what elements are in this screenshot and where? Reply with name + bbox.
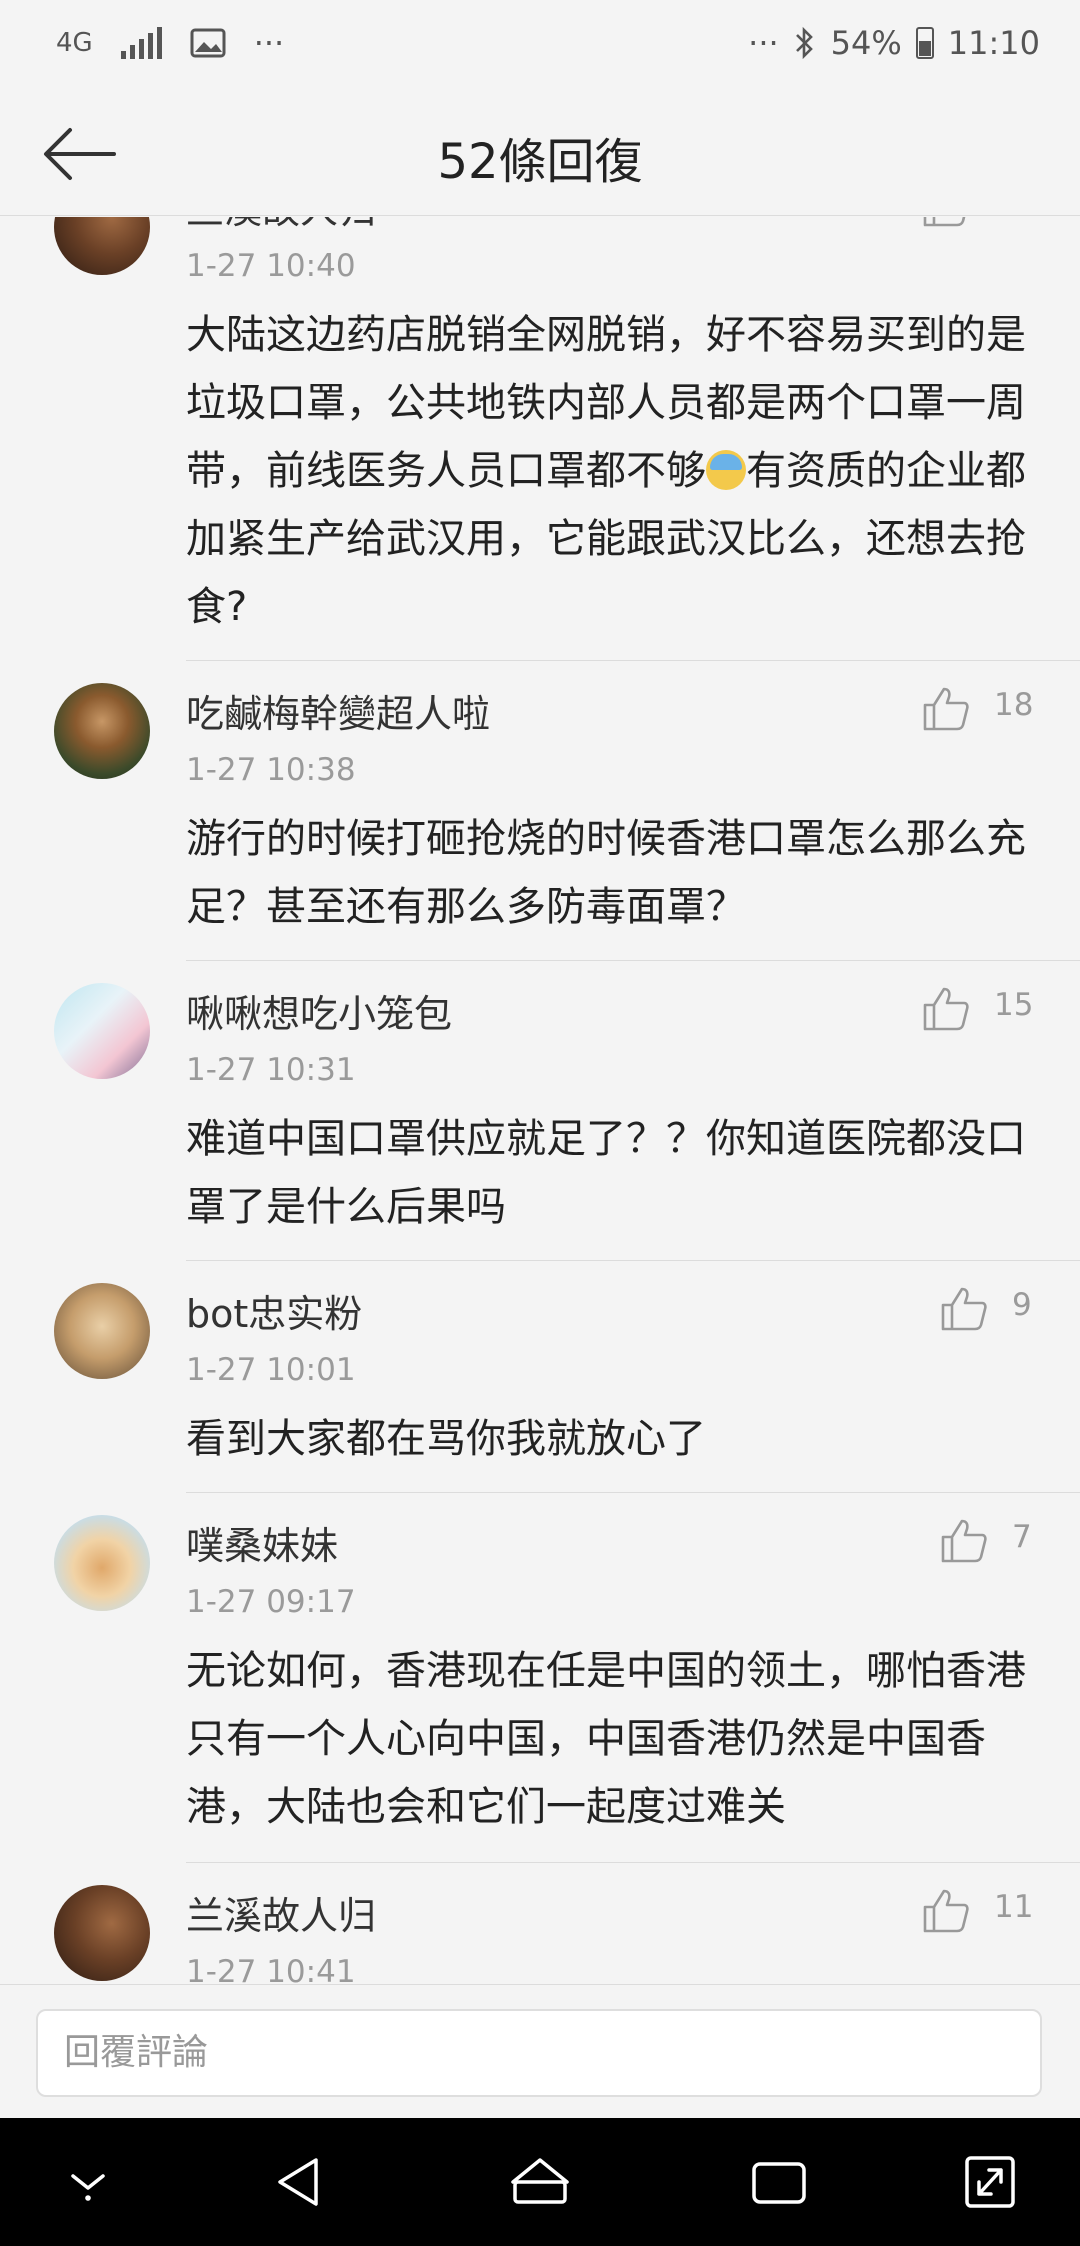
more-notifications-icon: ··· [253, 24, 285, 62]
page-title: 52條回復 [437, 134, 643, 190]
comment-time: 1-27 10:40 [186, 248, 356, 284]
comment-time: 1-27 10:31 [186, 1052, 356, 1088]
signal-icon [120, 27, 162, 59]
avatar[interactable] [54, 1283, 150, 1379]
back-nav-icon[interactable] [266, 2152, 336, 2212]
like-count: 7 [1012, 1519, 1032, 1555]
status-right: ··· 54% 11:10 [748, 24, 1040, 62]
like-icon[interactable] [922, 685, 970, 731]
comment-author[interactable]: 兰溪故人归 [186, 1885, 376, 1940]
comment-item: bot忠实粉 9 1-27 10:01 看到大家都在骂你我就放心了 [0, 1261, 1080, 1493]
system-nav-bar [0, 2118, 1080, 2246]
comment-author[interactable]: bot忠实粉 [186, 1283, 362, 1338]
like-icon[interactable] [922, 1887, 970, 1933]
status-bar: 4G ··· ··· 54% 11:10 [0, 0, 1080, 92]
clock-time: 11:10 [947, 24, 1040, 62]
comment-item: 兰溪故人归 11 1-27 10:41 [0, 1863, 1080, 1984]
comment-item: 噗桑妹妹 7 1-27 09:17 无论如何，香港现在任是中国的领土，哪怕香港只… [0, 1493, 1080, 1863]
avatar[interactable] [54, 217, 150, 275]
comment-item: 啾啾想吃小笼包 15 1-27 10:31 难道中国口罩供应就足了？？你知道医院… [0, 961, 1080, 1261]
comment-text: 看到大家都在骂你我就放心了 [186, 1416, 706, 1462]
recent-apps-icon[interactable] [744, 2152, 814, 2212]
reply-bar: 回覆評論 [0, 1984, 1080, 2118]
bluetooth-icon [795, 26, 813, 60]
battery-percent: 54% [830, 24, 902, 62]
like-count: 18 [994, 687, 1034, 723]
like-count: 9 [1012, 1287, 1032, 1323]
avatar[interactable] [54, 683, 150, 779]
like-icon[interactable] [922, 985, 970, 1031]
like-icon[interactable] [940, 1517, 988, 1563]
status-left: 4G ··· [56, 24, 284, 62]
comment-text: 无论如何，香港现在任是中国的领土，哪怕香港只有一个人心向中国，中国香港仍然是中国… [186, 1648, 1026, 1830]
comment-item: 兰溪故人归 14 1-27 10:40 大陆这边药店脱销全网脱销，好不容易买到的… [0, 217, 1080, 661]
reply-input[interactable]: 回覆評論 [36, 2009, 1042, 2097]
comment-list[interactable]: 兰溪故人归 14 1-27 10:40 大陆这边药店脱销全网脱销，好不容易买到的… [0, 217, 1080, 1984]
like-icon[interactable] [940, 1285, 988, 1331]
comment-author[interactable]: 吃鹹梅幹變超人啦 [186, 683, 490, 738]
comment-time: 1-27 10:41 [186, 1954, 356, 1984]
comment-author[interactable]: 噗桑妹妹 [186, 1515, 338, 1570]
like-icon[interactable] [922, 217, 970, 227]
home-nav-icon[interactable] [505, 2152, 575, 2212]
avatar[interactable] [54, 1515, 150, 1611]
battery-icon [915, 27, 934, 59]
screen-rotate-icon[interactable] [955, 2152, 1025, 2212]
like-count: 15 [994, 987, 1034, 1023]
hide-keyboard-icon[interactable] [53, 2152, 123, 2212]
like-count: 14 [994, 217, 1033, 219]
avatar[interactable] [54, 983, 150, 1079]
comment-text: 大陆这边药店脱销全网脱销，好不容易买到的是垃圾口罩，公共地铁内部人员都是两个口罩… [186, 301, 1036, 641]
comment-text: 难道中国口罩供应就足了？？你知道医院都没口罩了是什么后果吗 [186, 1116, 1026, 1230]
comment-time: 1-27 09:17 [186, 1584, 356, 1620]
comment-text: 游行的时候打砸抢烧的时候香港口罩怎么那么充足？甚至还有那么多防毒面罩？ [186, 816, 1026, 930]
more-status-icon: ··· [748, 24, 779, 62]
avatar[interactable] [54, 1885, 150, 1981]
comment-author[interactable]: 兰溪故人归 [186, 217, 376, 234]
like-count: 11 [994, 1889, 1034, 1925]
header-bar: 52條回復 [0, 92, 1080, 216]
comment-author[interactable]: 啾啾想吃小笼包 [186, 983, 452, 1038]
fearful-face-icon [706, 450, 746, 490]
network-type-label: 4G [56, 28, 93, 58]
comment-time: 1-27 10:01 [186, 1352, 356, 1388]
comment-item: 吃鹹梅幹變超人啦 18 1-27 10:38 游行的时候打砸抢烧的时候香港口罩怎… [0, 661, 1080, 961]
comment-time: 1-27 10:38 [186, 752, 356, 788]
image-icon [190, 28, 226, 58]
